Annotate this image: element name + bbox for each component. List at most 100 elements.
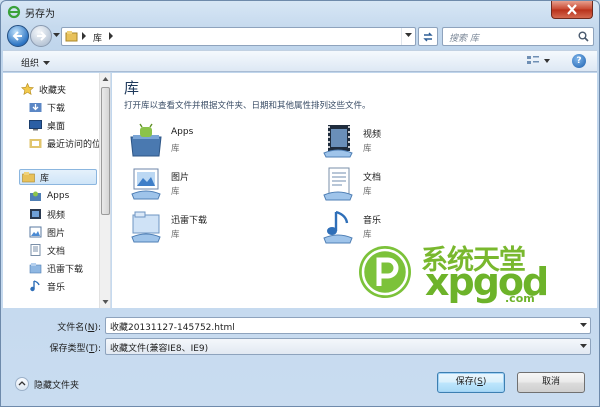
help-button[interactable]: ? xyxy=(572,54,586,68)
library-name: 视频 xyxy=(363,130,382,140)
save-access-key: S xyxy=(477,377,483,387)
arrow-right-icon xyxy=(37,31,47,41)
change-view-button[interactable] xyxy=(525,54,553,69)
nav-item-recent-places[interactable]: 最近访问的位 xyxy=(29,135,99,151)
apps-library-icon xyxy=(30,191,41,201)
save-button[interactable]: 保存(S) xyxy=(437,372,505,393)
organize-label: 组织 xyxy=(21,59,40,69)
apps-library-icon xyxy=(130,123,162,157)
library-item-documents[interactable]: 文档 库 xyxy=(320,166,510,206)
forward-button[interactable] xyxy=(30,25,52,47)
filename-label: 文件名(N): xyxy=(57,323,101,333)
scrollbar-thumb[interactable] xyxy=(101,87,110,215)
organize-menu-button[interactable]: 组织 xyxy=(21,56,51,69)
nav-item-apps[interactable]: Apps xyxy=(29,188,97,204)
downloads-folder-icon xyxy=(29,103,42,112)
nav-item-label: 下载 xyxy=(47,103,66,114)
library-name: 音乐 xyxy=(363,216,382,226)
scroll-up-icon[interactable] xyxy=(100,73,111,85)
cancel-button[interactable]: 取消 xyxy=(517,372,585,393)
title-bar[interactable]: 另存为 xyxy=(1,1,599,23)
nav-item-label: 收藏夹 xyxy=(39,85,67,96)
breadcrumb-arrow-icon[interactable] xyxy=(108,32,114,40)
library-type: 库 xyxy=(171,187,180,197)
desktop-icon xyxy=(29,120,42,131)
nav-item-libraries[interactable]: 库 xyxy=(19,169,97,185)
filetype-select[interactable]: 收藏文件(兼容IE8、IE9) xyxy=(105,338,591,355)
libraries-icon xyxy=(65,31,78,42)
library-type: 库 xyxy=(363,187,372,197)
filetype-access-key: T xyxy=(88,344,95,354)
save-form: 文件名(N): 收藏20131127-145752.html 保存类型(T): … xyxy=(3,309,597,406)
libraries-icon xyxy=(22,172,35,183)
nav-item-pictures[interactable]: 图片 xyxy=(29,224,97,240)
chevron-down-icon xyxy=(405,33,412,37)
filename-access-key: N xyxy=(87,323,95,333)
navigation-bar: 库 搜索 库 xyxy=(1,23,599,49)
pictures-library-icon xyxy=(131,168,161,200)
hide-folders-toggle[interactable]: 隐藏文件夹 xyxy=(15,377,79,391)
nav-item-favorites[interactable]: 收藏夹 xyxy=(21,81,97,97)
nav-item-label: 视频 xyxy=(47,210,66,221)
search-icon[interactable] xyxy=(578,31,589,42)
search-box[interactable]: 搜索 库 xyxy=(442,27,594,46)
nav-item-videos[interactable]: 视频 xyxy=(29,206,97,222)
navigation-pane: 收藏夹 下载 桌面 最近访问的位 库 Apps 视频 图片 文档 迅雷下载 音乐 xyxy=(3,73,111,308)
address-bar[interactable]: 库 xyxy=(61,27,416,46)
nav-item-thunder-downloads[interactable]: 迅雷下载 xyxy=(29,260,97,276)
chevron-down-icon[interactable] xyxy=(580,323,587,328)
videos-library-icon xyxy=(323,125,353,158)
breadcrumb-libraries[interactable]: 库 xyxy=(93,31,102,44)
library-type: 库 xyxy=(363,144,372,154)
library-name: 文档 xyxy=(363,173,382,183)
view-options-icon xyxy=(527,56,550,64)
videos-library-icon xyxy=(30,209,41,219)
nav-item-label: 最近访问的位 xyxy=(47,139,99,150)
breadcrumb-arrow-icon[interactable] xyxy=(81,32,87,40)
nav-item-documents[interactable]: 文档 xyxy=(29,242,97,258)
address-history-dropdown[interactable] xyxy=(401,28,415,45)
library-description: 打开库以查看文件并根据文件夹、日期和其他属性排列这些文件。 xyxy=(124,101,371,111)
nav-item-music[interactable]: 音乐 xyxy=(29,278,97,294)
close-button[interactable] xyxy=(551,1,593,19)
close-icon xyxy=(567,4,577,15)
library-item-thunder-downloads[interactable]: 迅雷下载 库 xyxy=(128,209,318,249)
library-type: 库 xyxy=(171,230,180,240)
back-button[interactable] xyxy=(7,25,29,47)
library-item-videos[interactable]: 视频 库 xyxy=(320,123,510,163)
nav-item-label: Apps xyxy=(47,191,70,201)
nav-item-label: 图片 xyxy=(47,228,66,239)
documents-library-icon xyxy=(323,167,353,201)
filename-value[interactable]: 收藏20131127-145752.html xyxy=(110,323,235,333)
nav-item-label: 迅雷下载 xyxy=(47,264,84,275)
refresh-icon xyxy=(423,32,433,42)
library-name: 图片 xyxy=(171,173,190,183)
refresh-button[interactable] xyxy=(418,27,438,46)
search-input[interactable]: 搜索 库 xyxy=(449,31,479,44)
nav-item-label: 库 xyxy=(40,173,50,184)
library-name: 迅雷下载 xyxy=(171,216,208,226)
nav-item-desktop[interactable]: 桌面 xyxy=(29,117,97,133)
recent-pages-dropdown-icon[interactable] xyxy=(53,32,60,38)
scroll-down-icon[interactable] xyxy=(100,296,111,308)
nav-item-label: 音乐 xyxy=(47,282,66,293)
library-item-pictures[interactable]: 图片 库 xyxy=(128,166,318,206)
nav-item-downloads[interactable]: 下载 xyxy=(29,99,97,115)
music-library-icon xyxy=(30,280,40,292)
filetype-label: 保存类型(T): xyxy=(49,344,101,354)
chevron-down-icon xyxy=(43,61,51,65)
library-item-apps[interactable]: Apps 库 xyxy=(128,123,318,163)
filename-field[interactable]: 收藏20131127-145752.html xyxy=(105,317,591,334)
save-button-label: 保存( xyxy=(455,377,478,387)
star-icon xyxy=(21,83,34,95)
library-type: 库 xyxy=(171,144,180,154)
save-as-dialog: 另存为 库 搜索 库 组织 ? 收藏夹 下载 桌面 最近访问的位 库 Apps … xyxy=(0,0,600,407)
nav-pane-scrollbar[interactable] xyxy=(99,73,110,308)
documents-library-icon xyxy=(30,244,41,256)
command-bar: 组织 ? xyxy=(3,50,597,72)
nav-item-label: 文档 xyxy=(47,246,66,257)
chevron-down-icon[interactable] xyxy=(580,344,587,349)
recent-places-icon xyxy=(29,139,42,148)
filetype-value[interactable]: 收藏文件(兼容IE8、IE9) xyxy=(110,344,208,354)
library-heading: 库 xyxy=(124,79,140,97)
